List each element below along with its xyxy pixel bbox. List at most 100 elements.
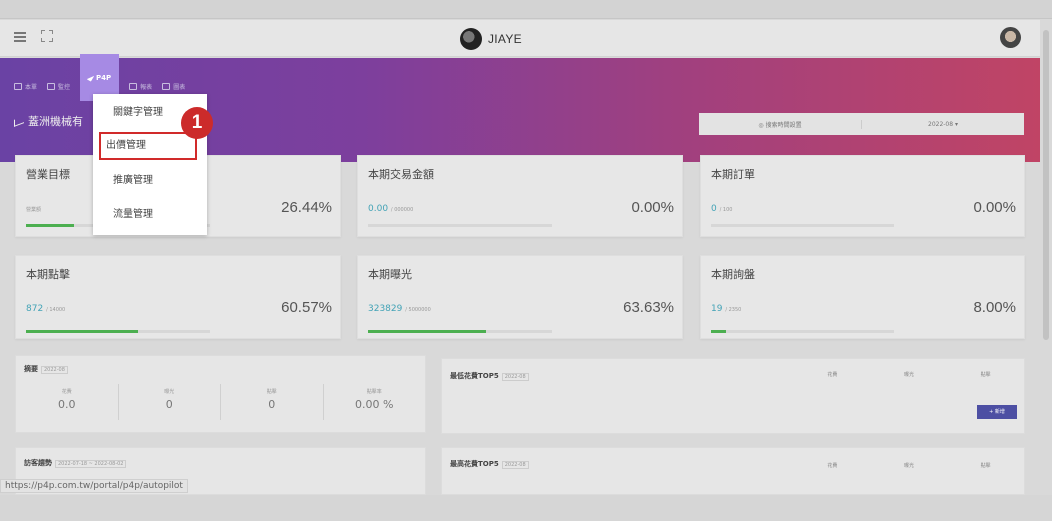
- column-header: 曝光: [904, 463, 915, 469]
- trend-icon: [14, 115, 24, 127]
- monitor-icon: [47, 82, 56, 90]
- menu-item-traffic-management[interactable]: 流量管理: [93, 201, 207, 229]
- kpi-sub: 323829 / 5000000: [368, 304, 431, 314]
- top5-low-title: 最低花費TOP5 2022-08: [450, 371, 529, 381]
- vertical-scrollbar[interactable]: [1040, 20, 1052, 495]
- scroll-thumb[interactable]: [1043, 30, 1049, 340]
- summary-stat: 花費 0.0: [16, 384, 119, 420]
- summary-stats: 花費 0.0 曝光 0 點擊 0 點擊率 0.00 %: [16, 384, 425, 420]
- top5-low-tag: 2022-08: [501, 373, 529, 381]
- trend-tag: 2022-07-18 ~ 2022-08-02: [55, 460, 127, 468]
- progress-fill: [26, 330, 139, 333]
- add-button[interactable]: + 新增: [977, 405, 1017, 419]
- column-header: 花費: [827, 372, 838, 378]
- kpi-sub: 872 / 14000: [26, 304, 65, 314]
- paper-plane-icon: [86, 73, 95, 82]
- subnav-label: 圖表: [173, 83, 186, 91]
- top5-low-title-text: 最低花費TOP5: [450, 372, 499, 380]
- kpi-target: / 5000000: [405, 307, 431, 313]
- summary-title: 摘要 2022-08: [24, 364, 68, 374]
- time-settings-button[interactable]: ◎ 搜索時間設置: [699, 119, 862, 129]
- subnav-item-0[interactable]: 本單: [14, 82, 37, 91]
- summary-title-text: 摘要: [24, 365, 38, 373]
- progress-track: [711, 330, 894, 333]
- fullscreen-icon[interactable]: [41, 30, 53, 42]
- kpi-value: 872: [26, 304, 44, 314]
- status-bar-url: https://p4p.com.tw/portal/p4p/autopilot: [0, 479, 188, 493]
- page-title: 蓋洲機械有: [14, 113, 83, 129]
- subnav-label: 監控: [58, 83, 71, 91]
- menu-icon[interactable]: [14, 32, 26, 42]
- kpi-target: 營業額: [26, 207, 42, 213]
- kpi-sub: 19 / 2350: [711, 304, 741, 314]
- kpi-target: / 100: [719, 207, 733, 213]
- summary-stat: 曝光 0: [119, 384, 221, 420]
- browser-top-strip: [0, 0, 1052, 19]
- kpi-title: 本期訂單: [711, 168, 755, 181]
- progress-fill: [711, 330, 726, 333]
- stat-label: 點擊: [266, 389, 277, 395]
- subnav-item-4[interactable]: 圖表: [162, 82, 185, 91]
- menu-item-promotion-management[interactable]: 推廣管理: [93, 167, 207, 195]
- stat-value: 0: [165, 398, 173, 411]
- month-select[interactable]: 2022-08 ▾: [862, 121, 1024, 128]
- top5-high-title-text: 最高花費TOP5: [450, 460, 499, 468]
- kpi-title: 本期詢盤: [711, 268, 755, 281]
- top5-high-tag: 2022-08: [501, 461, 529, 469]
- column-header: 花費: [827, 463, 838, 469]
- top5-high-title: 最高花費TOP5 2022-08: [450, 459, 529, 469]
- kpi-card: 本期曝光 323829 / 5000000 63.63%: [357, 255, 683, 339]
- kpi-sub: 營業額: [26, 204, 41, 214]
- kpi-sub: 0.00 / 000000: [368, 204, 413, 214]
- top5-low-columns: 花費 曝光 點擊: [794, 371, 1024, 378]
- brand[interactable]: JIAYE: [460, 27, 522, 51]
- progress-fill: [26, 224, 74, 227]
- bar-chart-icon: [162, 82, 171, 90]
- user-icon: [14, 82, 22, 90]
- kpi-target: / 2350: [725, 307, 742, 313]
- page-title-text: 蓋洲機械有: [28, 115, 83, 128]
- column-header: 曝光: [904, 372, 915, 378]
- kpi-percent: 0.00%: [973, 199, 1016, 216]
- summary-panel: 摘要 2022-08 花費 0.0 曝光 0 點擊 0 點擊率 0.00 %: [15, 355, 426, 433]
- kpi-percent: 63.63%: [623, 299, 674, 316]
- trend-title: 訪客趨勢 2022-07-18 ~ 2022-08-02: [24, 458, 127, 468]
- kpi-percent: 26.44%: [281, 199, 332, 216]
- stat-label: 花費: [61, 389, 72, 395]
- stat-value: 0.0: [58, 398, 76, 411]
- stat-value: 0: [268, 398, 276, 411]
- menu-item-bid-management[interactable]: 出價管理: [99, 132, 197, 160]
- progress-track: [26, 330, 210, 333]
- summary-stat: 點擊 0: [221, 384, 324, 420]
- top-bar: JIAYE: [0, 20, 1040, 57]
- stat-label: 點擊率: [366, 389, 382, 395]
- kpi-value: 323829: [368, 304, 403, 314]
- kpi-title: 營業目標: [26, 168, 70, 181]
- kpi-target: / 14000: [46, 307, 66, 313]
- kpi-title: 本期點擊: [26, 268, 70, 281]
- kpi-title: 本期曝光: [368, 268, 412, 281]
- progress-track: [711, 224, 894, 227]
- bottom-strip: [0, 495, 1052, 521]
- subnav-label: 報表: [140, 83, 153, 91]
- report-icon: [129, 82, 138, 90]
- kpi-value: 0: [711, 204, 717, 214]
- stat-label: 曝光: [164, 389, 175, 395]
- kpi-value: 0.00: [368, 204, 389, 214]
- top5-low-panel: 最低花費TOP5 2022-08 花費 曝光 點擊 + 新增: [441, 358, 1025, 434]
- kpi-percent: 60.57%: [281, 299, 332, 316]
- stat-value: 0.00 %: [355, 398, 394, 411]
- subnav-item-3[interactable]: 報表: [129, 82, 152, 91]
- kpi-card: 本期交易金額 0.00 / 000000 0.00%: [357, 155, 683, 237]
- trend-title-text: 訪客趨勢: [24, 459, 52, 467]
- summary-tag: 2022-08: [41, 366, 68, 374]
- subnav-item-1[interactable]: 監控: [47, 82, 70, 91]
- kpi-value: 19: [711, 304, 723, 314]
- avatar[interactable]: [1000, 27, 1021, 48]
- subnav-label: 本單: [25, 83, 38, 91]
- brand-name: JIAYE: [488, 32, 522, 46]
- kpi-card: 本期詢盤 19 / 2350 8.00%: [700, 255, 1025, 339]
- month-value: 2022-08: [928, 120, 954, 128]
- kpi-percent: 0.00%: [631, 199, 674, 216]
- kpi-card: 本期點擊 872 / 14000 60.57%: [15, 255, 341, 339]
